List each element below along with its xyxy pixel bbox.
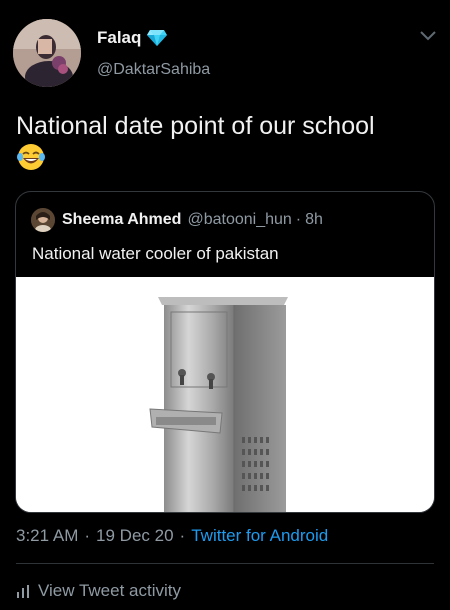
meta-separator: ·	[179, 526, 186, 545]
quoted-tweet-header: Sheema Ahmed @batooni_hun · 8h	[62, 208, 323, 232]
verified-diamond-icon	[147, 30, 168, 46]
water-cooler-photo	[16, 277, 434, 512]
quoted-tweet-card[interactable]: Sheema Ahmed @batooni_hun · 8h National …	[15, 191, 435, 513]
tweet-time: 3:21 AM	[16, 526, 79, 545]
quoted-author-avatar[interactable]	[31, 208, 55, 232]
author-avatar-image	[13, 19, 81, 87]
quoted-author-name[interactable]: Sheema Ahmed	[62, 211, 181, 229]
meta-separator: ·	[84, 526, 91, 545]
tweet-metadata: 3:21 AM · 19 Dec 20 · Twitter for Androi…	[16, 526, 328, 546]
quoted-separator: ·	[295, 211, 302, 228]
view-tweet-activity-button[interactable]: View Tweet activity	[16, 581, 181, 601]
chevron-down-icon[interactable]	[419, 30, 437, 42]
tweet-detail: Falaq @DaktarSahiba National date point …	[0, 0, 450, 610]
bar-chart-icon	[17, 585, 29, 598]
tweet-text: National date point of our school	[16, 112, 375, 140]
view-tweet-activity-label: View Tweet activity	[38, 581, 181, 600]
quoted-tweet-image[interactable]	[16, 277, 434, 512]
quoted-author-handle[interactable]: @batooni_hun	[187, 211, 291, 229]
tweet-date: 19 Dec 20	[96, 526, 174, 545]
author-avatar[interactable]	[13, 19, 81, 87]
divider	[16, 563, 434, 564]
laughing-crying-emoji-icon	[17, 144, 45, 170]
author-name-text: Falaq	[97, 28, 142, 47]
quoted-tweet-text: National water cooler of pakistan	[32, 244, 279, 263]
tweet-body: National date point of our school	[16, 110, 436, 174]
quoted-timestamp: 8h	[305, 211, 323, 228]
quoted-author-avatar-image	[31, 208, 55, 232]
tweet-source-link[interactable]: Twitter for Android	[191, 526, 328, 546]
author-handle[interactable]: @DaktarSahiba	[97, 61, 210, 79]
author-name[interactable]: Falaq	[97, 28, 168, 48]
